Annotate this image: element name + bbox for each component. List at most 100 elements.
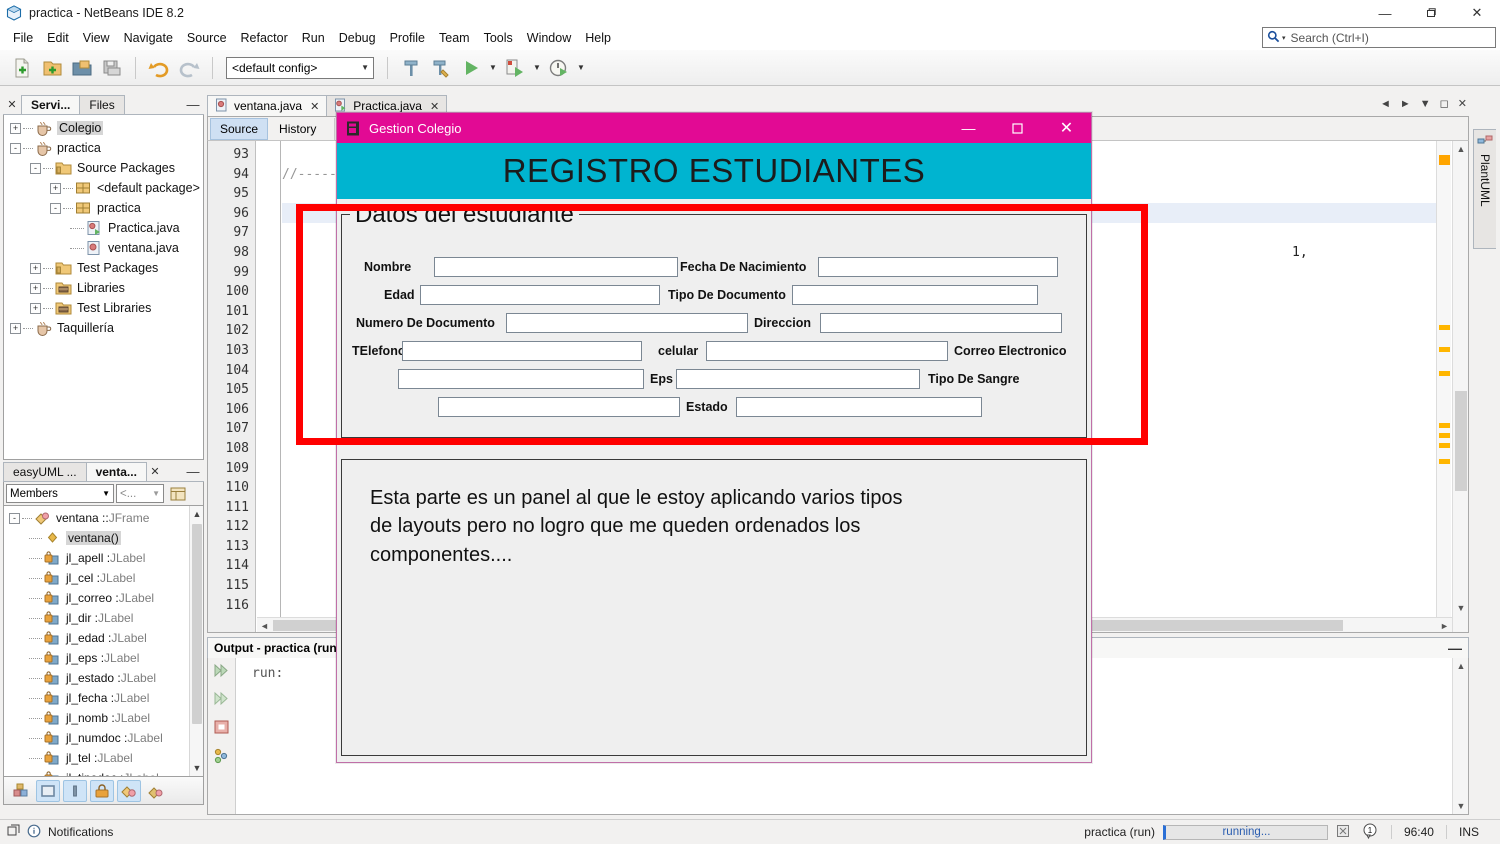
navigator-members-list[interactable]: - ventana :: JFrame ventana() jl_apell:…	[3, 506, 204, 777]
tree-node-default-package[interactable]: + <default package>	[4, 178, 203, 198]
tree-node-colegio[interactable]: + Colegio	[4, 118, 203, 138]
scroll-up-icon[interactable]: ▲	[1453, 658, 1469, 674]
scroll-down-icon[interactable]: ▼	[190, 760, 203, 776]
menu-view[interactable]: View	[76, 28, 117, 48]
scroll-up-icon[interactable]: ▲	[190, 506, 203, 522]
tree-expander[interactable]: +	[30, 282, 41, 294]
tree-expander[interactable]: -	[10, 142, 21, 154]
chevron-down-icon[interactable]: ▼	[102, 489, 110, 498]
menu-refactor[interactable]: Refactor	[234, 28, 295, 48]
show-constructors-button[interactable]	[63, 779, 87, 802]
tree-node-test-packages[interactable]: + Test Packages	[4, 258, 203, 278]
navigator-panel-minimize-button[interactable]: —	[182, 462, 204, 481]
tree-expander[interactable]: +	[50, 182, 61, 194]
save-all-button[interactable]	[98, 54, 126, 82]
run-project-button[interactable]	[457, 54, 485, 82]
editor-tab-close-button[interactable]: ✕	[430, 100, 439, 113]
menu-source[interactable]: Source	[180, 28, 234, 48]
tab-files[interactable]: Files	[79, 95, 125, 114]
project-config-select[interactable]: <default config> ▼	[226, 56, 374, 79]
error-stripe-mark[interactable]	[1439, 325, 1450, 330]
menu-file[interactable]: File	[6, 28, 40, 48]
debug-project-button[interactable]	[501, 54, 529, 82]
member-node-jl-dir[interactable]: jl_dir : JLabel	[4, 608, 203, 628]
navigator-view-toggle-button[interactable]	[166, 483, 190, 505]
input-edad[interactable]	[420, 285, 660, 305]
editor-vertical-scrollbar[interactable]: ▲ ▼	[1452, 141, 1468, 632]
input-celular[interactable]	[706, 341, 948, 361]
menu-profile[interactable]: Profile	[383, 28, 432, 48]
show-static-button[interactable]	[117, 779, 141, 802]
navigator-scrollbar[interactable]: ▲ ▼	[189, 506, 203, 776]
tree-node-source-packages[interactable]: - Source Packages	[4, 158, 203, 178]
info-icon[interactable]	[27, 824, 41, 841]
scroll-down-icon[interactable]: ▼	[1453, 600, 1468, 616]
member-node-jl-nomb[interactable]: jl_nomb : JLabel	[4, 708, 203, 728]
window-minimize-button[interactable]: —	[1362, 0, 1408, 26]
error-stripe-mark[interactable]	[1439, 443, 1450, 448]
editor-maximize-button[interactable]: ◻	[1440, 97, 1449, 110]
input-eps[interactable]	[676, 369, 920, 389]
window-maximize-button[interactable]	[1408, 0, 1454, 26]
member-node-jl-estado[interactable]: jl_estado : JLabel	[4, 668, 203, 688]
editor-subtab-history[interactable]: History	[270, 119, 325, 139]
editor-error-stripe[interactable]	[1436, 141, 1451, 632]
menu-debug[interactable]: Debug	[332, 28, 383, 48]
tree-node-practica-java[interactable]: Practica.java	[4, 218, 203, 238]
redo-button[interactable]	[175, 54, 203, 82]
scrollbar-thumb[interactable]	[192, 524, 202, 724]
editor-close-button[interactable]: ✕	[1458, 97, 1467, 110]
run-dropdown-caret[interactable]: ▼	[487, 63, 499, 72]
scroll-left-icon[interactable]: ◄	[1380, 98, 1391, 110]
input-tipo-documento[interactable]	[792, 285, 1038, 305]
dialog-minimize-button[interactable]: —	[944, 113, 993, 143]
new-project-button[interactable]	[38, 54, 66, 82]
projects-panel-minimize-button[interactable]: —	[182, 95, 204, 114]
output-vertical-scrollbar[interactable]: ▲ ▼	[1452, 658, 1468, 814]
scrollbar-thumb[interactable]	[1455, 391, 1467, 491]
menu-team[interactable]: Team	[432, 28, 477, 48]
tree-expander[interactable]: -	[30, 162, 41, 174]
window-close-button[interactable]: ✕	[1454, 0, 1500, 26]
search-input[interactable]: ▾ Search (Ctrl+I)	[1262, 27, 1496, 48]
clean-build-button[interactable]	[427, 54, 455, 82]
editor-tab-ventana-java[interactable]: ventana.java ✕	[207, 95, 328, 116]
error-stripe-mark[interactable]	[1439, 433, 1450, 438]
input-correo-electronico[interactable]	[398, 369, 644, 389]
sort-button[interactable]	[144, 780, 168, 802]
editor-tab-close-button[interactable]: ✕	[310, 100, 319, 113]
menu-edit[interactable]: Edit	[40, 28, 76, 48]
lock-icon[interactable]	[90, 779, 114, 802]
search-dropdown-caret[interactable]: ▾	[1282, 34, 1286, 42]
tab-services[interactable]: Servi...	[21, 95, 81, 114]
tree-node-package-practica[interactable]: - practica	[4, 198, 203, 218]
profile-dropdown-caret[interactable]: ▼	[575, 63, 587, 72]
input-fecha-nacimiento[interactable]	[818, 257, 1058, 277]
scroll-down-icon[interactable]: ▼	[1453, 798, 1469, 814]
tree-expander[interactable]: +	[10, 122, 21, 134]
tree-expander[interactable]: +	[30, 302, 41, 314]
new-file-button[interactable]	[8, 54, 36, 82]
member-node-jl-apell[interactable]: jl_apell : JLabel	[4, 548, 203, 568]
debug-dropdown-caret[interactable]: ▼	[531, 63, 543, 72]
projects-panel-close-button[interactable]: ✕	[3, 95, 21, 114]
tree-expander[interactable]: -	[9, 512, 20, 524]
menu-navigate[interactable]: Navigate	[117, 28, 180, 48]
output-minimize-button[interactable]: —	[1448, 640, 1462, 656]
input-telefono[interactable]	[402, 341, 642, 361]
navigator-scope-select[interactable]: <... ▼	[116, 484, 164, 503]
chevron-down-icon[interactable]: ▼	[1420, 98, 1431, 110]
member-node-constructor[interactable]: ventana()	[4, 528, 203, 548]
member-node-jl-tipodoc[interactable]: jl_tipodoc : JLabel	[4, 768, 203, 776]
tree-expander[interactable]: +	[30, 262, 41, 274]
output-settings-icon[interactable]	[213, 748, 230, 767]
tab-ventana-navigator[interactable]: venta...	[85, 462, 147, 481]
member-node-jl-cel[interactable]: jl_cel : JLabel	[4, 568, 203, 588]
input-direccion[interactable]	[820, 313, 1062, 333]
input-numero-documento[interactable]	[506, 313, 748, 333]
stop-icon[interactable]	[213, 719, 230, 738]
member-node-jl-tel[interactable]: jl_tel : JLabel	[4, 748, 203, 768]
scroll-left-icon[interactable]: ◄	[257, 618, 272, 632]
member-node-jl-eps[interactable]: jl_eps : JLabel	[4, 648, 203, 668]
navigator-panel-close-button[interactable]: ✕	[146, 462, 164, 481]
